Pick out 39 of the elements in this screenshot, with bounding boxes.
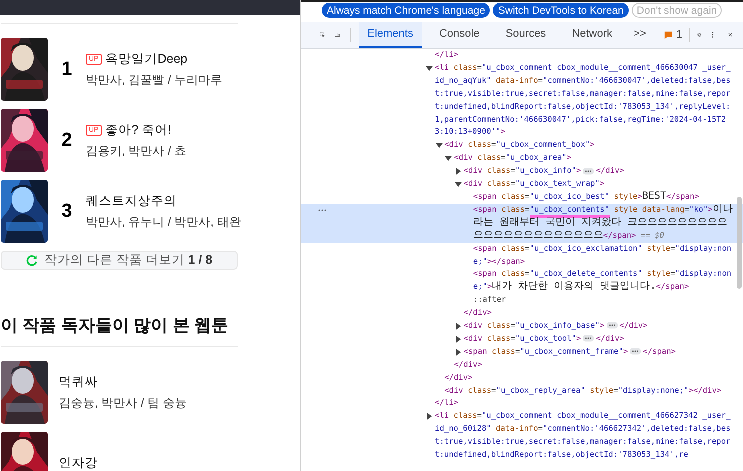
rank-number: 3 [60, 200, 74, 222]
ellipsis-icon[interactable] [606, 322, 618, 330]
devtools-tab[interactable]: Sources [496, 22, 556, 48]
issues-button[interactable]: 1 [658, 22, 689, 48]
infobar-button[interactable]: Always match Chrome's language [322, 2, 490, 18]
more-works-button[interactable]: 작가의 다른 작품 더보기 1 / 8 [1, 251, 238, 270]
collapsed-arrow-icon[interactable] [426, 413, 433, 420]
devtools-tab[interactable]: Network [563, 22, 622, 48]
collapsed-arrow-icon[interactable] [454, 336, 462, 343]
devtools-tab[interactable]: Console [430, 22, 489, 48]
flag-icon [664, 30, 674, 40]
author-names: 김용키, 박만사 / 쵸 [86, 142, 187, 160]
author-names: 김숭늉, 박만사 / 팀 숭늉 [59, 394, 188, 412]
devtools-tab[interactable]: Elements [358, 22, 422, 48]
webtoon-title[interactable]: 퀘스트지상주의 [86, 192, 177, 210]
more-icon[interactable] [318, 208, 327, 212]
author-names: 박만사, 유누니 / 박만사, 태완 [86, 214, 242, 230]
collapsed-arrow-icon[interactable] [454, 348, 462, 356]
rank-number: 1 [60, 58, 74, 80]
expanded-arrow-icon[interactable] [436, 142, 443, 150]
webtoon-title[interactable]: 욕망일기Deep [106, 50, 188, 68]
refresh-icon [26, 254, 38, 266]
expanded-arrow-icon[interactable] [454, 181, 462, 188]
ellipsis-icon[interactable] [583, 335, 594, 342]
author-names: 박만사, 김꿀빨 / 누리마루 [86, 72, 223, 88]
more-tabs-button[interactable]: >> [630, 22, 650, 48]
webtoon-title[interactable]: 먹퀴싸 [59, 374, 188, 390]
ellipsis-icon[interactable] [630, 348, 642, 356]
webtoon-title[interactable]: 인자강 [59, 455, 98, 471]
rank-number: 2 [60, 130, 74, 152]
scrollbar[interactable] [737, 197, 742, 289]
collapsed-arrow-icon[interactable] [454, 168, 462, 176]
section-heading: 이 작품 독자들이 많이 본 웹툰 [1, 315, 230, 337]
webtoon-title[interactable]: 좋아? 죽어! [106, 122, 172, 138]
ellipsis-icon[interactable] [583, 168, 594, 175]
infobar-button[interactable]: Switch DevTools to Korean [493, 2, 629, 18]
collapsed-arrow-icon[interactable] [454, 323, 462, 330]
expanded-arrow-icon[interactable] [445, 155, 452, 162]
expanded-arrow-icon[interactable] [426, 64, 433, 72]
